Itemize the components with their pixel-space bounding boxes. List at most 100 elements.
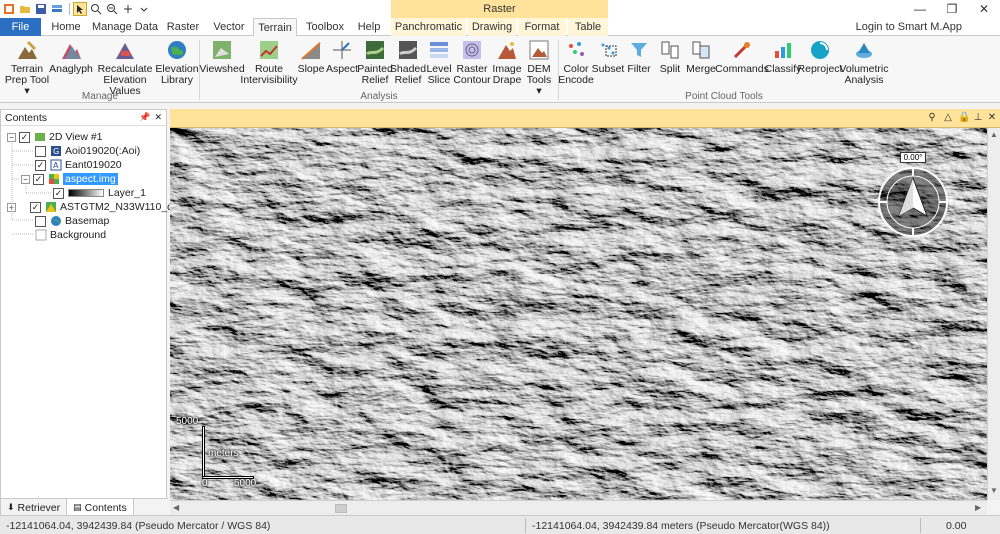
volumetric-analysis-button[interactable]: Volumetric Analysis <box>839 38 889 86</box>
button-label: Anaglyph <box>49 63 93 75</box>
elevation-library-button[interactable]: Elevation Library <box>155 38 199 86</box>
filter-button[interactable]: Filter <box>624 38 654 75</box>
minimize-icon[interactable]: — <box>904 0 936 18</box>
layer-checkbox[interactable]: ✓ <box>53 187 64 199</box>
tab-manage-data[interactable]: Manage Data <box>90 18 160 36</box>
scroll-thumb[interactable] <box>335 504 347 513</box>
split-button[interactable]: Split <box>656 38 684 75</box>
layer-checkbox[interactable] <box>35 145 46 157</box>
tab-raster[interactable]: Raster <box>163 18 203 36</box>
tab-vector[interactable]: Vector <box>208 18 250 36</box>
warning-icon[interactable]: △ <box>942 112 954 124</box>
tab-retriever[interactable]: ⬇ Retriever <box>1 499 68 516</box>
scroll-left-arrow-icon[interactable]: ◀ <box>173 503 179 512</box>
color-encode-button[interactable]: Color Encode <box>558 38 594 86</box>
classify-button[interactable]: Classify <box>765 38 801 75</box>
tree-item-background[interactable]: Background <box>35 228 106 242</box>
raster-layer-icon <box>45 201 57 213</box>
select-arrow-icon[interactable] <box>73 2 87 16</box>
tab-toolbox[interactable]: Toolbox <box>302 18 348 36</box>
commands-button[interactable]: Commands <box>715 38 769 75</box>
layer-checkbox[interactable]: ✓ <box>19 131 30 143</box>
link-icon[interactable]: ⚲ <box>926 112 938 124</box>
close-icon[interactable]: ✕ <box>154 112 162 123</box>
button-label: Slice <box>427 74 451 86</box>
app-icon[interactable] <box>2 2 16 16</box>
login-link[interactable]: Login to Smart M.App <box>856 18 962 36</box>
tab-table[interactable]: Table <box>568 18 608 36</box>
aspect-button[interactable]: Aspect <box>326 38 358 75</box>
dem-tools-button[interactable]: DEM Tools ▾ <box>524 38 554 97</box>
compass-icon[interactable] <box>875 164 951 240</box>
close-icon[interactable]: ✕ <box>986 112 998 124</box>
painted-relief-button[interactable]: Painted Relief <box>357 38 393 86</box>
collapse-icon[interactable]: − <box>7 132 16 142</box>
layer-checkbox[interactable]: ✓ <box>33 173 44 185</box>
zoom-in-icon[interactable] <box>89 2 103 16</box>
status-separator <box>525 518 526 533</box>
tree-item-label: aspect.img <box>63 173 118 185</box>
subset-button[interactable]: Subset <box>592 38 624 75</box>
lock-icon[interactable]: 🔒 <box>958 112 970 124</box>
recalculate-elevation-button[interactable]: Recalculate Elevation Values <box>92 38 158 97</box>
collapse-icon[interactable]: − <box>21 174 30 184</box>
open-folder-icon[interactable] <box>18 2 32 16</box>
route-intervisibility-button[interactable]: Route Intervisibility <box>240 38 298 86</box>
scale-bar-vertical <box>202 426 205 478</box>
pin-icon[interactable]: ⊥ <box>972 112 984 124</box>
scroll-down-arrow-icon[interactable]: ▼ <box>990 486 998 495</box>
expand-icon[interactable]: + <box>7 202 16 212</box>
tab-format[interactable]: Format <box>518 18 566 36</box>
quick-access-toolbar <box>2 2 153 16</box>
tab-drawing[interactable]: Drawing <box>468 18 516 36</box>
tree-item-aspect[interactable]: − ✓ aspect.img <box>21 172 118 186</box>
map-canvas[interactable]: 5000 meters 0 5000 0.00° <box>170 128 987 500</box>
vertical-scrollbar[interactable]: ▲ ▼ <box>987 128 1000 500</box>
viewshed-button[interactable]: Viewshed <box>199 38 245 75</box>
pin-icon[interactable]: 📌 <box>139 112 150 123</box>
dem-tools-icon <box>527 38 551 62</box>
maximize-icon[interactable]: ❐ <box>936 0 968 18</box>
tab-help[interactable]: Help <box>352 18 386 36</box>
tab-file[interactable]: File <box>0 18 41 36</box>
pan-icon[interactable] <box>121 2 135 16</box>
shaded-relief-button[interactable]: Shaded Relief <box>390 38 426 86</box>
tree-item-eant[interactable]: ✓ A Eant019020 <box>35 158 122 172</box>
slope-button[interactable]: Slope <box>296 38 326 75</box>
merge-icon <box>689 38 713 62</box>
tree-item-aoi[interactable]: G Aoi019020(:Aoi) <box>35 144 140 158</box>
chevron-down-icon[interactable] <box>137 2 151 16</box>
shaded-relief-icon <box>396 38 420 62</box>
layers-icon[interactable] <box>50 2 64 16</box>
anaglyph-button[interactable]: Anaglyph <box>49 38 93 75</box>
terrain-prep-tool-button[interactable]: Terrain Prep Tool ▾ <box>2 38 52 97</box>
tree-item-label: Eant019020 <box>65 159 122 171</box>
volumetric-analysis-icon <box>852 38 876 62</box>
tree-item-layer-1[interactable]: ✓ Layer_1 <box>53 186 146 200</box>
layer-checkbox[interactable]: ✓ <box>35 159 46 171</box>
tree-item-astgtm[interactable]: + ✓ ASTGTM2_N33W110_dem <box>7 200 188 214</box>
layer-checkbox[interactable]: ✓ <box>30 201 41 213</box>
tab-home[interactable]: Home <box>46 18 86 36</box>
horizontal-scrollbar[interactable]: ◀ ▶ <box>170 500 987 515</box>
tree-item-2d-view[interactable]: − ✓ 2D View #1 <box>7 130 103 144</box>
scroll-up-arrow-icon[interactable]: ▲ <box>990 130 998 139</box>
qat-separator <box>69 3 70 15</box>
save-icon[interactable] <box>34 2 48 16</box>
reproject-button[interactable]: Reproject <box>798 38 842 75</box>
image-drape-button[interactable]: Image Drape <box>490 38 524 86</box>
scroll-right-arrow-icon[interactable]: ▶ <box>975 503 981 512</box>
tab-terrain[interactable]: Terrain <box>253 18 297 37</box>
merge-button[interactable]: Merge <box>686 38 716 75</box>
viewshed-icon <box>210 38 234 62</box>
layer-checkbox[interactable] <box>35 215 46 227</box>
close-icon[interactable]: ✕ <box>968 0 1000 18</box>
raster-contour-button[interactable]: Raster Contour <box>453 38 491 86</box>
tab-contents[interactable]: ▤ Contents <box>67 499 134 516</box>
zoom-out-icon[interactable] <box>105 2 119 16</box>
tree-item-basemap[interactable]: Basemap <box>35 214 109 228</box>
route-intervisibility-icon <box>257 38 281 62</box>
tab-panchromatic[interactable]: Panchromatic <box>391 18 466 36</box>
level-slice-button[interactable]: Level Slice <box>425 38 453 86</box>
scale-bar: 5000 meters 0 5000 <box>176 416 266 491</box>
